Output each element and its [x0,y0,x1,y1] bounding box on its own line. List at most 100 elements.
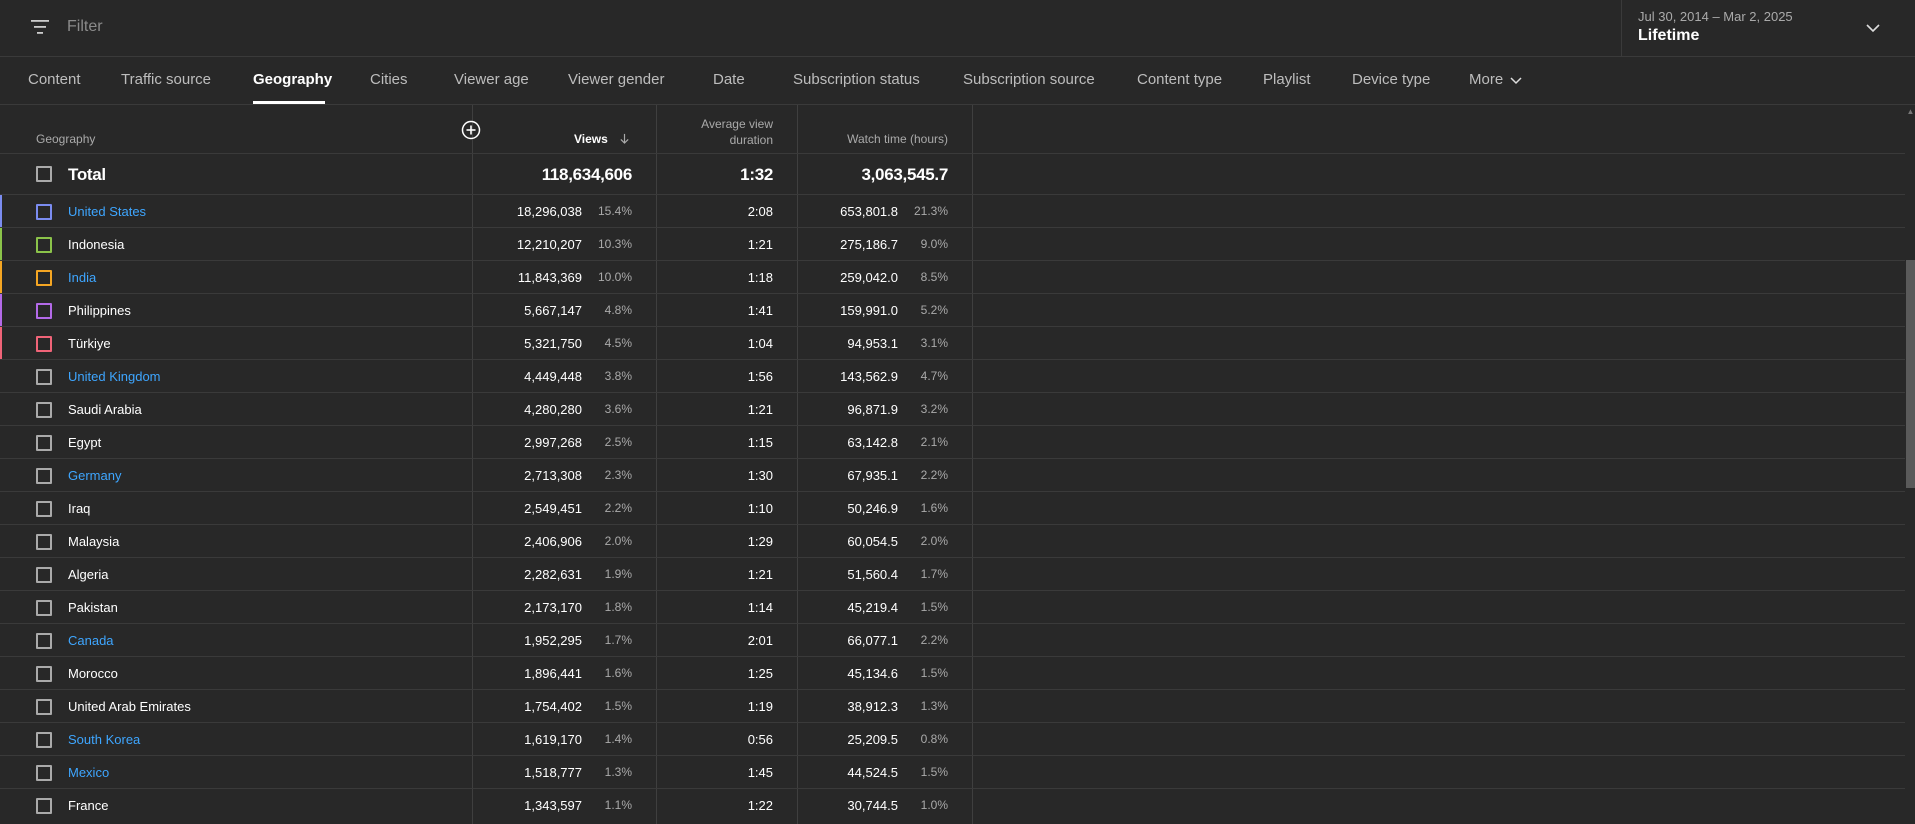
row-checkbox[interactable] [36,501,52,517]
tab-content[interactable]: Content [28,71,81,88]
watch-time-value: 51,560.4 [847,567,898,582]
tab-subscription-source[interactable]: Subscription source [963,71,1095,88]
watch-time-percent: 1.6% [920,501,948,515]
views-value: 2,997,268 [524,435,582,450]
row-checkbox[interactable] [36,435,52,451]
row-checkbox[interactable] [36,699,52,715]
country-name: Morocco [68,666,118,681]
average-view-duration-value: 1:15 [747,435,773,450]
country-name[interactable]: United States [68,204,146,219]
column-header-geography: Geography [36,132,96,146]
table-row[interactable]: Algeria 2,282,631 1.9% 1:21 51,560.4 1.7% [0,558,1905,591]
column-header-watch-time[interactable]: Watch time (hours) [800,132,948,146]
views-percent: 1.8% [604,600,632,614]
table-row[interactable]: Türkiye 5,321,750 4.5% 1:04 94,953.1 3.1% [0,327,1905,360]
country-name[interactable]: South Korea [68,732,140,747]
views-percent: 2.3% [604,468,632,482]
row-checkbox[interactable] [36,237,52,253]
tab-cities[interactable]: Cities [370,71,408,88]
tab-viewer-gender[interactable]: Viewer gender [568,71,664,88]
row-checkbox[interactable] [36,468,52,484]
table-row[interactable]: Iraq 2,549,451 2.2% 1:10 50,246.9 1.6% [0,492,1905,525]
row-checkbox[interactable] [36,633,52,649]
views-value: 4,449,448 [524,369,582,384]
column-header-views[interactable]: Views [574,132,630,146]
filter-input[interactable]: Filter [67,18,103,36]
table-row[interactable]: South Korea 1,619,170 1.4% 0:56 25,209.5 0.8% [0,723,1905,756]
table-row[interactable]: Indonesia 12,210,207 10.3% 1:21 275,186.7 9.0… [0,228,1905,261]
table-row[interactable]: Mexico 1,518,777 1.3% 1:45 44,524.5 1.5% [0,756,1905,789]
average-view-duration-value: 1:04 [747,336,773,351]
table-row[interactable]: Pakistan 2,173,170 1.8% 1:14 45,219.4 1.5% [0,591,1905,624]
chevron-down-icon[interactable] [1865,20,1881,36]
tab-traffic-source[interactable]: Traffic source [121,71,211,88]
watch-time-value: 143,562.9 [840,369,898,384]
row-checkbox[interactable] [36,204,52,220]
date-range-label: Lifetime [1638,27,1700,44]
views-percent: 4.8% [604,303,632,317]
table-row[interactable]: United Kingdom 4,449,448 3.8% 1:56 143,562.9… [0,360,1905,393]
watch-time-percent: 4.7% [920,369,948,383]
total-checkbox[interactable] [36,166,52,182]
column-header-average-view-duration[interactable]: Average view duration [672,116,773,148]
country-name[interactable]: India [68,270,96,285]
tab-more-label: More [1469,71,1504,88]
tab-geography[interactable]: Geography [253,71,332,88]
row-checkbox[interactable] [36,567,52,583]
tab-subscription-status[interactable]: Subscription status [793,71,920,88]
table-row[interactable]: France 1,343,597 1.1% 1:22 30,744.5 1.0% [0,789,1905,822]
table-row[interactable]: Egypt 2,997,268 2.5% 1:15 63,142.8 2.1% [0,426,1905,459]
table-row[interactable]: Malaysia 2,406,906 2.0% 1:29 60,054.5 2.0% [0,525,1905,558]
row-checkbox[interactable] [36,402,52,418]
filter-icon[interactable] [30,18,50,36]
watch-time-percent: 21.3% [913,204,948,218]
table-row[interactable]: Saudi Arabia 4,280,280 3.6% 1:21 96,871.9 3.2… [0,393,1905,426]
total-row: Total 118,634,606 1:32 3,063,545.7 [0,154,1905,194]
average-view-duration-value: 2:08 [747,204,773,219]
series-color-bar [0,261,2,294]
row-checkbox[interactable] [36,765,52,781]
country-name[interactable]: United Kingdom [68,369,161,384]
table-row[interactable]: Morocco 1,896,441 1.6% 1:25 45,134.6 1.5% [0,657,1905,690]
row-checkbox[interactable] [36,600,52,616]
row-checkbox[interactable] [36,798,52,814]
tab-content-type[interactable]: Content type [1137,71,1222,88]
filter-bar: Filter Jul 30, 2014 – Mar 2, 2025 Lifeti… [0,0,1915,57]
row-checkbox[interactable] [36,369,52,385]
table-row[interactable]: Germany 2,713,308 2.3% 1:30 67,935.1 2.2% [0,459,1905,492]
watch-time-percent: 8.5% [920,270,948,284]
table-row[interactable]: India 11,843,369 10.0% 1:18 259,042.0 8.5% [0,261,1905,294]
country-name: France [68,798,109,813]
row-checkbox[interactable] [36,534,52,550]
table-row[interactable]: United States 18,296,038 15.4% 2:08 653,801.… [0,195,1905,228]
scroll-up-arrow[interactable]: ▲ [1906,108,1915,116]
tab-viewer-age[interactable]: Viewer age [454,71,529,88]
table-row[interactable]: Canada 1,952,295 1.7% 2:01 66,077.1 2.2% [0,624,1905,657]
table-row[interactable]: United Arab Emirates 1,754,402 1.5% 1:19 38,… [0,690,1905,723]
series-color-bar [0,327,2,360]
row-checkbox[interactable] [36,303,52,319]
average-view-duration-value: 1:14 [747,600,773,615]
row-checkbox[interactable] [36,270,52,286]
row-checkbox[interactable] [36,336,52,352]
add-column-icon[interactable] [461,120,481,140]
total-average-view-duration: 1:32 [740,165,773,184]
date-range-picker[interactable]: Jul 30, 2014 – Mar 2, 2025 Lifetime [1621,0,1915,57]
average-view-duration-value: 1:22 [747,798,773,813]
tab-playlist[interactable]: Playlist [1263,71,1311,88]
tab-device-type[interactable]: Device type [1352,71,1430,88]
country-name[interactable]: Germany [68,468,121,483]
country-name[interactable]: Canada [68,633,114,648]
country-name: Iraq [68,501,91,516]
vertical-scrollbar[interactable] [1906,260,1915,488]
views-value: 2,713,308 [524,468,582,483]
table-row[interactable]: Philippines 5,667,147 4.8% 1:41 159,991.0 5.2… [0,294,1905,327]
tab-date[interactable]: Date [713,71,745,88]
row-checkbox[interactable] [36,666,52,682]
country-name[interactable]: Mexico [68,765,109,780]
tab-more[interactable]: More [1469,71,1522,88]
total-watch-time: 3,063,545.7 [861,165,948,184]
total-views: 118,634,606 [541,165,633,184]
country-name: Pakistan [68,600,118,615]
row-checkbox[interactable] [36,732,52,748]
